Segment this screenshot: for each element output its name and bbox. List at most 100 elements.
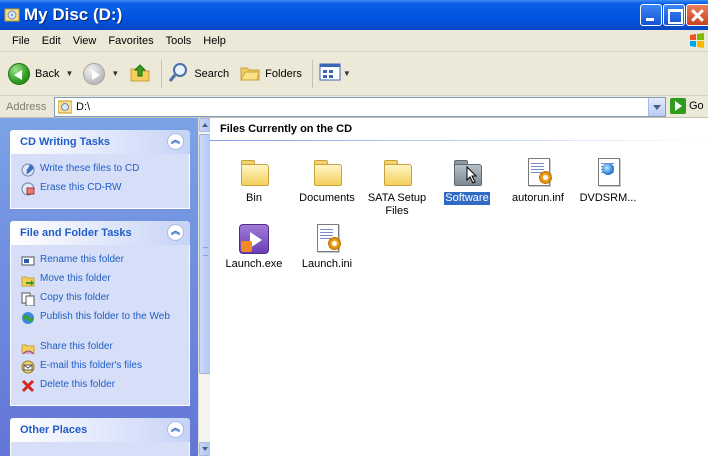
application-icon [239, 224, 269, 254]
toolbar-separator [161, 59, 163, 88]
menu-favorites[interactable]: Favorites [102, 35, 159, 47]
collapse-chevron-icon[interactable]: ︽ [167, 421, 184, 438]
task-pane: CD Writing Tasks ︽ Write these files to … [0, 118, 198, 456]
menu-help[interactable]: Help [197, 35, 232, 47]
cd-drive-icon [57, 100, 73, 114]
task-label: Rename this folder [40, 254, 124, 265]
window-title: My Disc (D:) [24, 5, 123, 24]
panel-title: CD Writing Tasks [20, 136, 111, 148]
collapse-chevron-icon[interactable]: ︽ [167, 224, 184, 241]
file-view[interactable]: Files Currently on the CD Bin Documents … [210, 118, 708, 456]
settings-file-icon [311, 222, 343, 254]
up-folder-icon [129, 61, 151, 86]
file-item-dvdsrm[interactable]: DVDSRM... [572, 156, 644, 205]
forward-arrow-icon [83, 62, 106, 85]
panel-cd-writing-tasks: CD Writing Tasks ︽ Write these files to … [10, 130, 190, 209]
task-write-files-to-cd[interactable]: Write these files to CD [21, 162, 189, 181]
address-label: Address [6, 100, 47, 113]
minimize-button[interactable] [640, 4, 662, 26]
address-input[interactable]: D:\ [54, 97, 666, 117]
close-button[interactable] [686, 4, 708, 26]
task-share-folder[interactable]: Share this folder [21, 340, 189, 359]
panel-file-and-folder-tasks: File and Folder Tasks ︽ Rename this fold… [10, 221, 190, 406]
task-label: Move this folder [40, 273, 111, 284]
task-delete-folder[interactable]: Delete this folder [21, 378, 189, 397]
search-button[interactable]: Search [168, 58, 229, 90]
back-arrow-icon [8, 62, 30, 85]
move-icon [21, 273, 35, 287]
file-label: Software [444, 192, 490, 205]
file-item-launch-ini[interactable]: Launch.ini [291, 222, 363, 271]
copy-icon [21, 292, 35, 307]
menu-view[interactable]: View [67, 35, 103, 47]
gear-icon [539, 171, 552, 184]
menu-tools[interactable]: Tools [160, 35, 198, 47]
forward-button[interactable]: ▼ [83, 58, 125, 90]
back-dropdown-icon[interactable]: ▼ [65, 69, 73, 78]
panel-title: File and Folder Tasks [20, 227, 132, 239]
file-item-launch-exe[interactable]: Launch.exe [218, 224, 290, 271]
up-folder-button[interactable] [129, 58, 151, 90]
go-button[interactable]: Go [670, 98, 704, 114]
panel-body: Write these files to CD Erase this CD-RW [10, 154, 190, 209]
share-icon [21, 341, 35, 355]
task-move-folder[interactable]: Move this folder [21, 272, 189, 291]
menu-file[interactable]: File [6, 35, 36, 47]
views-button[interactable]: ▼ [319, 58, 357, 90]
views-dropdown-icon[interactable]: ▼ [343, 69, 351, 78]
group-divider [210, 140, 708, 141]
task-pane-scrollbar[interactable] [198, 118, 211, 456]
power-icon [241, 241, 252, 252]
panel-body [10, 442, 190, 456]
scroll-grip [203, 247, 208, 256]
toolbar-separator [311, 59, 313, 88]
rename-icon [21, 254, 35, 268]
file-label: Launch.exe [225, 258, 283, 270]
menu-bar: File Edit View Favorites Tools Help [0, 30, 708, 52]
file-item-documents[interactable]: Documents [291, 156, 363, 205]
task-publish-folder-web[interactable]: Publish this folder to the Web [21, 310, 189, 340]
task-label: Write these files to CD [40, 163, 140, 174]
task-rename-folder[interactable]: Rename this folder [21, 253, 189, 272]
forward-dropdown-icon[interactable]: ▼ [111, 69, 119, 78]
file-label: SATA Setup Files [367, 192, 427, 217]
task-label: Copy this folder [40, 292, 110, 303]
panel-body: Rename this folder Move this folder Copy… [10, 245, 190, 406]
panel-header[interactable]: File and Folder Tasks ︽ [10, 221, 190, 245]
title-bar[interactable]: My Disc (D:) [0, 0, 708, 30]
toolbar: Back ▼ ▼ Search Folders ▼ [0, 52, 708, 96]
file-item-autorun-inf[interactable]: autorun.inf [502, 156, 574, 205]
task-label: Delete this folder [40, 379, 116, 390]
maximize-button[interactable] [663, 4, 685, 26]
back-label: Back [35, 67, 60, 80]
search-label: Search [194, 67, 230, 80]
collapse-chevron-icon[interactable]: ︽ [167, 133, 184, 150]
file-label: DVDSRM... [579, 192, 637, 204]
task-email-folder-files[interactable]: E-mail this folder's files [21, 359, 189, 378]
group-header: Files Currently on the CD [220, 123, 353, 135]
panel-header[interactable]: Other Places ︽ [10, 418, 190, 442]
panel-header[interactable]: CD Writing Tasks ︽ [10, 130, 190, 154]
write-cd-icon [21, 163, 35, 177]
folders-button[interactable]: Folders [239, 58, 302, 90]
folders-label: Folders [265, 67, 302, 80]
task-copy-folder[interactable]: Copy this folder [21, 291, 189, 310]
back-button[interactable]: Back ▼ [8, 58, 79, 90]
address-dropdown-icon[interactable] [648, 98, 665, 116]
web-file-icon [592, 156, 624, 188]
file-item-sata-setup-files[interactable]: SATA Setup Files [361, 156, 433, 218]
folder-icon [311, 156, 343, 188]
views-icon [319, 62, 341, 85]
delete-icon [21, 379, 35, 393]
file-item-bin[interactable]: Bin [218, 156, 290, 205]
task-label: Publish this folder to the Web [40, 311, 170, 322]
file-label: Launch.ini [301, 258, 353, 270]
menu-edit[interactable]: Edit [36, 35, 67, 47]
cd-drive-icon [4, 7, 20, 23]
task-erase-cd-rw[interactable]: Erase this CD-RW [21, 181, 189, 200]
search-icon [168, 61, 190, 86]
panel-other-places: Other Places ︽ [10, 418, 190, 456]
folder-icon [238, 156, 270, 188]
panel-title: Other Places [20, 424, 88, 436]
go-label: Go [689, 100, 704, 112]
